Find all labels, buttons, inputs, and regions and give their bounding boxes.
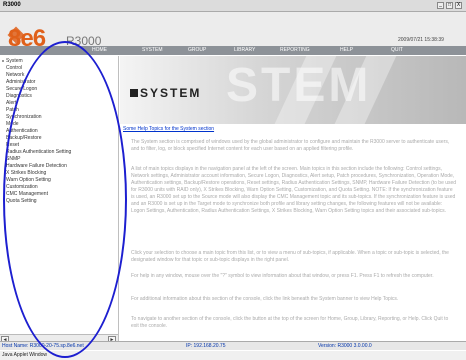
nav-reporting[interactable]: REPORTING bbox=[280, 47, 310, 53]
maximize-button[interactable]: □ bbox=[446, 2, 453, 9]
nav-help[interactable]: HELP bbox=[340, 47, 353, 53]
sidebar-item-reset[interactable]: Reset bbox=[6, 142, 19, 148]
system-banner: STEM SYSTEM bbox=[120, 56, 466, 124]
nav-group[interactable]: GROUP bbox=[188, 47, 206, 53]
sidebar-item-secure-logon[interactable]: Secure Logon bbox=[6, 86, 37, 92]
window-titlebar: R3000 _ □ X bbox=[0, 0, 466, 12]
help-paragraph: The System section is comprised of windo… bbox=[131, 139, 450, 152]
section-title: SYSTEM bbox=[140, 86, 202, 100]
help-paragraph: To navigate to another section of the co… bbox=[131, 316, 449, 329]
close-button[interactable]: X bbox=[455, 2, 462, 9]
applet-warning-bar: Java Applet Window bbox=[0, 351, 466, 360]
status-bar: Host Name: R3000-20-75.sp.8e6.net IP: 19… bbox=[0, 341, 466, 350]
applet-label: Java Applet Window bbox=[2, 352, 48, 358]
help-paragraph: A list of main topics displays in the na… bbox=[131, 166, 457, 214]
app-header: 8e6 R3000 2009/07/21 15:38:39 bbox=[0, 12, 466, 52]
banner-watermark: STEM bbox=[226, 59, 372, 112]
nav-library[interactable]: LIBRARY bbox=[234, 47, 255, 53]
sidebar-item-customization[interactable]: Customization bbox=[6, 184, 38, 190]
host-name-status: Host Name: R3000-20-75.sp.8e6.net bbox=[2, 343, 84, 349]
help-topics-link[interactable]: Some Help Topics for the System section bbox=[123, 126, 214, 132]
sidebar-item-synchronization[interactable]: Synchronization bbox=[6, 114, 42, 120]
sidebar-item-control[interactable]: Control bbox=[6, 65, 22, 71]
sidebar-item-snmp[interactable]: SNMP bbox=[6, 156, 20, 162]
nav-home[interactable]: HOME bbox=[92, 47, 107, 53]
sidebar-item-network[interactable]: Network bbox=[6, 72, 24, 78]
nav-quit[interactable]: QUIT bbox=[391, 47, 403, 53]
sidebar-item-cmc-management[interactable]: CMC Management bbox=[6, 191, 48, 197]
sidebar: System Control Network Administrator Sec… bbox=[0, 56, 119, 347]
sidebar-item-backup-restore[interactable]: Backup/Restore bbox=[6, 135, 42, 141]
sidebar-item-hardware-failure-detection[interactable]: Hardware Failure Detection bbox=[6, 163, 67, 169]
tree-node-icon bbox=[2, 60, 4, 62]
sidebar-item-patch[interactable]: Patch bbox=[6, 107, 19, 113]
sidebar-item-alert[interactable]: Alert bbox=[6, 100, 16, 106]
help-paragraph: For additional information about this se… bbox=[131, 296, 399, 302]
sidebar-item-warn-option-setting[interactable]: Warn Option Setting bbox=[6, 177, 51, 183]
sidebar-item-x-strikes-blocking[interactable]: X Strikes Blocking bbox=[6, 170, 46, 176]
system-section-icon bbox=[130, 89, 138, 97]
sidebar-item-system[interactable]: System bbox=[6, 58, 23, 64]
nav-system[interactable]: SYSTEM bbox=[142, 47, 163, 53]
help-paragraph: Click your selection to choose a main to… bbox=[131, 250, 449, 263]
datetime-display: 2009/07/21 15:38:39 bbox=[398, 37, 444, 43]
main-nav: HOME SYSTEM GROUP LIBRARY REPORTING HELP… bbox=[0, 46, 466, 55]
sidebar-item-radius-authentication-setting[interactable]: Radius Authentication Setting bbox=[6, 149, 71, 155]
sidebar-item-diagnostics[interactable]: Diagnostics bbox=[6, 93, 32, 99]
sidebar-item-quota-setting[interactable]: Quota Setting bbox=[6, 198, 37, 204]
minimize-button[interactable]: _ bbox=[437, 2, 444, 9]
ip-status: IP: 192.168.20.75 bbox=[186, 343, 226, 349]
window-title: R3000 bbox=[3, 2, 21, 8]
sidebar-item-administrator[interactable]: Administrator bbox=[6, 79, 35, 85]
sidebar-item-mode[interactable]: Mode bbox=[6, 121, 19, 127]
version-status: Version: R3000 3.0.00.0 bbox=[318, 343, 372, 349]
help-paragraph: For help in any window, mouse over the "… bbox=[131, 273, 434, 279]
sidebar-item-authentication[interactable]: Authentication bbox=[6, 128, 38, 134]
